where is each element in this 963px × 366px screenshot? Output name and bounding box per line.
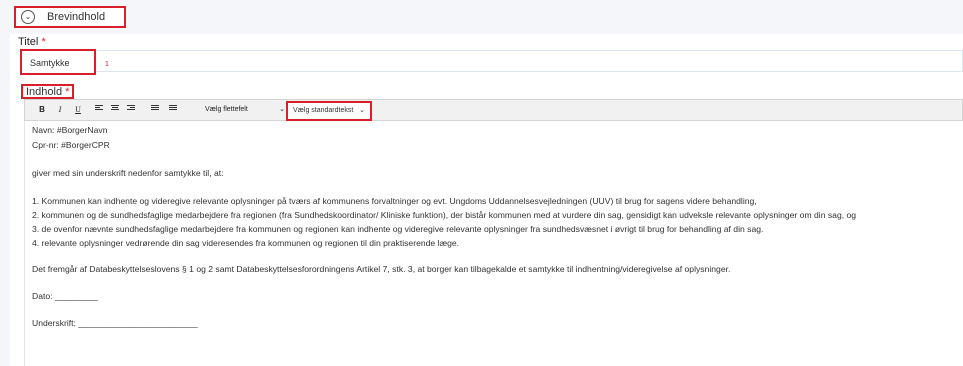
underline-button[interactable]: U xyxy=(73,104,83,116)
merge-field-select-value: Vælg flettefelt xyxy=(205,106,248,113)
align-right-icon xyxy=(127,105,137,110)
editor-line-item-3: 3. de ovenfor nævnte sundhedsfaglige med… xyxy=(32,224,764,234)
standard-text-select[interactable]: Vælg standardtekst ⌄ xyxy=(286,101,372,121)
bullet-list-icon xyxy=(151,105,161,110)
align-left-button[interactable] xyxy=(95,104,105,116)
required-mark: * xyxy=(65,86,70,98)
content-label-text: Indhold xyxy=(26,86,63,98)
editor-toolbar: B I U Vælg flettefelt ⌄ xyxy=(24,99,963,121)
character-counter: 1 xyxy=(105,61,109,68)
chevron-down-icon: ⌄ xyxy=(359,107,365,114)
align-left-icon xyxy=(95,105,105,110)
section-header-brevindhold[interactable]: ⌄ Brevindhold xyxy=(14,6,126,28)
bold-button[interactable]: B xyxy=(37,104,47,116)
chevron-down-icon: ⌄ xyxy=(279,106,285,113)
numbered-list-button[interactable] xyxy=(169,104,179,116)
title-input-value[interactable]: Samtykke xyxy=(20,49,96,75)
align-center-icon xyxy=(111,105,121,110)
title-input[interactable] xyxy=(24,50,963,72)
standard-text-select-value: Vælg standardtekst xyxy=(293,107,354,114)
title-label-text: Titel xyxy=(18,36,39,48)
editor-line-cpr: Cpr-nr: #BorgerCPR xyxy=(32,140,110,150)
title-label: Titel * xyxy=(18,36,46,48)
required-mark: * xyxy=(41,36,46,48)
editor-line-item-4: 4. relevante oplysninger vedrørende din … xyxy=(32,238,460,248)
editor-line-item-2: 2. kommunen og de sundhedsfaglige medarb… xyxy=(32,210,857,220)
content-label: Indhold * xyxy=(21,84,74,99)
section-title: Brevindhold xyxy=(47,11,106,23)
align-center-button[interactable] xyxy=(111,104,121,116)
italic-button[interactable]: I xyxy=(55,104,65,116)
editor-line-underskrift: Underskrift: _________________________ xyxy=(32,318,198,328)
numbered-list-icon xyxy=(169,105,179,110)
editor-line-dato: Dato: _________ xyxy=(32,291,98,301)
editor-line-navn: Navn: #BorgerNavn xyxy=(32,125,108,135)
bullet-list-button[interactable] xyxy=(151,104,161,116)
align-right-button[interactable] xyxy=(127,104,137,116)
editor-line-intro: giver med sin underskrift nedenfor samty… xyxy=(32,168,224,178)
editor-line-item-1: 1. Kommunen kan indhente og videregive r… xyxy=(32,196,757,206)
merge-field-select[interactable]: Vælg flettefelt ⌄ xyxy=(205,103,285,117)
chevron-circle-down-icon[interactable]: ⌄ xyxy=(21,10,35,24)
editor-line-legal: Det fremgår af Databeskyttelseslovens § … xyxy=(32,264,731,274)
